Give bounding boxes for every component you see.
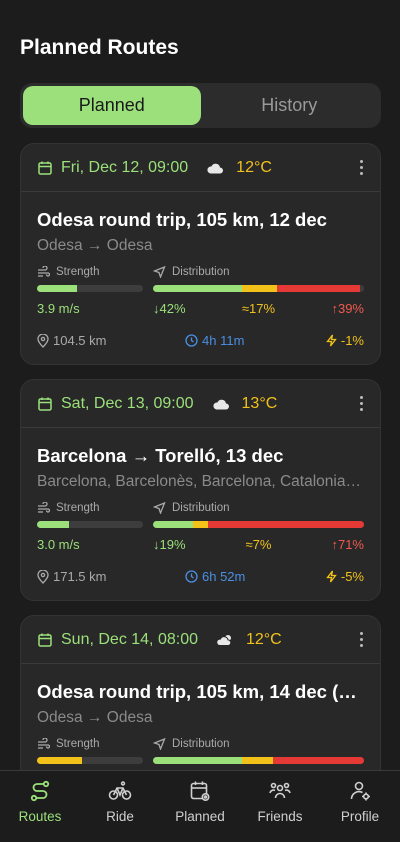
crosswind-percent: ≈17% xyxy=(241,301,276,316)
nav-ride[interactable]: Ride xyxy=(80,771,160,842)
wind-strength-value: 3.9 m/s xyxy=(37,301,80,316)
friends-icon xyxy=(269,782,291,799)
card-header: Fri, Dec 12, 09:00 12°C xyxy=(21,144,380,192)
tailwind-percent: ↓19% xyxy=(153,537,186,552)
wind-icon xyxy=(38,266,50,277)
strength-bar xyxy=(37,285,143,292)
tab-planned[interactable]: Planned xyxy=(23,86,201,125)
nav-label: Routes xyxy=(18,809,62,824)
lightning-icon xyxy=(326,570,337,583)
clock-icon xyxy=(185,570,198,583)
wind-distribution-bar xyxy=(153,285,364,292)
route-subtitle: Odesa → Odesa xyxy=(37,709,153,726)
strength-bar xyxy=(37,521,143,528)
calendar-icon xyxy=(38,397,52,411)
nav-label: Planned xyxy=(175,809,225,824)
strength-bar xyxy=(37,757,143,764)
temperature: 13°C xyxy=(241,394,278,412)
route-card[interactable]: Fri, Dec 12, 09:00 12°C Odesa round trip… xyxy=(20,143,381,365)
nav-profile[interactable]: Profile xyxy=(320,771,400,842)
ride-duration: 4h 11m xyxy=(202,333,245,348)
effort-change: -1% xyxy=(340,333,364,348)
nav-label: Ride xyxy=(106,809,134,824)
route-distance: 104.5 km xyxy=(53,333,107,348)
wind-distribution-bar xyxy=(153,521,364,528)
route-distance: 171.5 km xyxy=(53,569,107,584)
cloud-icon xyxy=(207,163,224,173)
lightning-icon xyxy=(326,334,337,347)
wind-icon xyxy=(38,738,50,749)
location-pin-icon xyxy=(37,333,49,348)
wind-distribution-bar xyxy=(153,757,364,764)
page-title: Planned Routes xyxy=(20,36,179,59)
calendar-icon xyxy=(38,161,52,175)
tailwind-percent: ↓42% xyxy=(153,301,186,316)
effort-change: -5% xyxy=(340,569,364,584)
route-subtitle: Barcelona, Barcelonès, Barcelona, Catalo… xyxy=(37,473,361,490)
direction-icon xyxy=(153,738,166,750)
cloud-icon xyxy=(212,399,229,409)
distribution-label: Distribution xyxy=(172,738,230,750)
nav-label: Friends xyxy=(257,809,303,824)
route-tabs: Planned History xyxy=(20,83,381,128)
distribution-label: Distribution xyxy=(172,502,230,514)
bike-icon xyxy=(108,781,132,800)
route-title: Barcelona → Torelló, 13 dec xyxy=(37,445,284,466)
more-options-icon[interactable] xyxy=(360,396,364,411)
ride-date: Sat, Dec 13, 09:00 xyxy=(61,394,194,412)
location-pin-icon xyxy=(37,569,49,584)
ride-duration: 6h 52m xyxy=(202,569,246,584)
routes-icon xyxy=(30,780,50,802)
nav-routes[interactable]: Routes xyxy=(0,771,80,842)
wind-strength-value: 3.0 m/s xyxy=(37,537,80,552)
headwind-percent: ↑71% xyxy=(331,537,364,552)
headwind-percent: ↑39% xyxy=(331,301,364,316)
nav-planned[interactable]: Planned xyxy=(160,771,240,842)
bottom-navigation: Routes Ride Planned Friends Profile xyxy=(0,770,400,842)
nav-friends[interactable]: Friends xyxy=(240,771,320,842)
temperature: 12°C xyxy=(236,158,272,176)
temperature: 12°C xyxy=(245,630,282,648)
direction-icon xyxy=(153,266,166,278)
card-header: Sun, Dec 14, 08:00 12°C xyxy=(21,616,380,664)
tab-history[interactable]: History xyxy=(201,86,379,125)
more-options-icon[interactable] xyxy=(360,160,364,175)
distribution-label: Distribution xyxy=(172,266,230,278)
calendar-icon xyxy=(38,633,52,647)
route-title: Odesa round trip, 105 km, 14 dec (2)… xyxy=(37,681,364,702)
strength-label: Strength xyxy=(56,738,100,750)
clock-icon xyxy=(185,334,198,347)
calendar-icon xyxy=(190,781,210,802)
direction-icon xyxy=(153,502,166,514)
card-header: Sat, Dec 13, 09:00 13°C xyxy=(21,380,380,428)
route-subtitle: Odesa → Odesa xyxy=(37,237,153,254)
strength-label: Strength xyxy=(56,266,100,278)
ride-date: Sun, Dec 14, 08:00 xyxy=(61,630,198,648)
partly-cloudy-icon xyxy=(216,634,232,646)
route-title: Odesa round trip, 105 km, 12 dec xyxy=(37,209,327,230)
strength-label: Strength xyxy=(56,502,100,514)
crosswind-percent: ≈7% xyxy=(245,537,272,552)
more-options-icon[interactable] xyxy=(360,632,364,647)
profile-icon xyxy=(350,781,370,801)
route-card[interactable]: Sat, Dec 13, 09:00 13°C Barcelona → Tore… xyxy=(20,379,381,601)
ride-date: Fri, Dec 12, 09:00 xyxy=(61,158,189,176)
nav-label: Profile xyxy=(340,809,380,824)
wind-icon xyxy=(38,502,50,513)
